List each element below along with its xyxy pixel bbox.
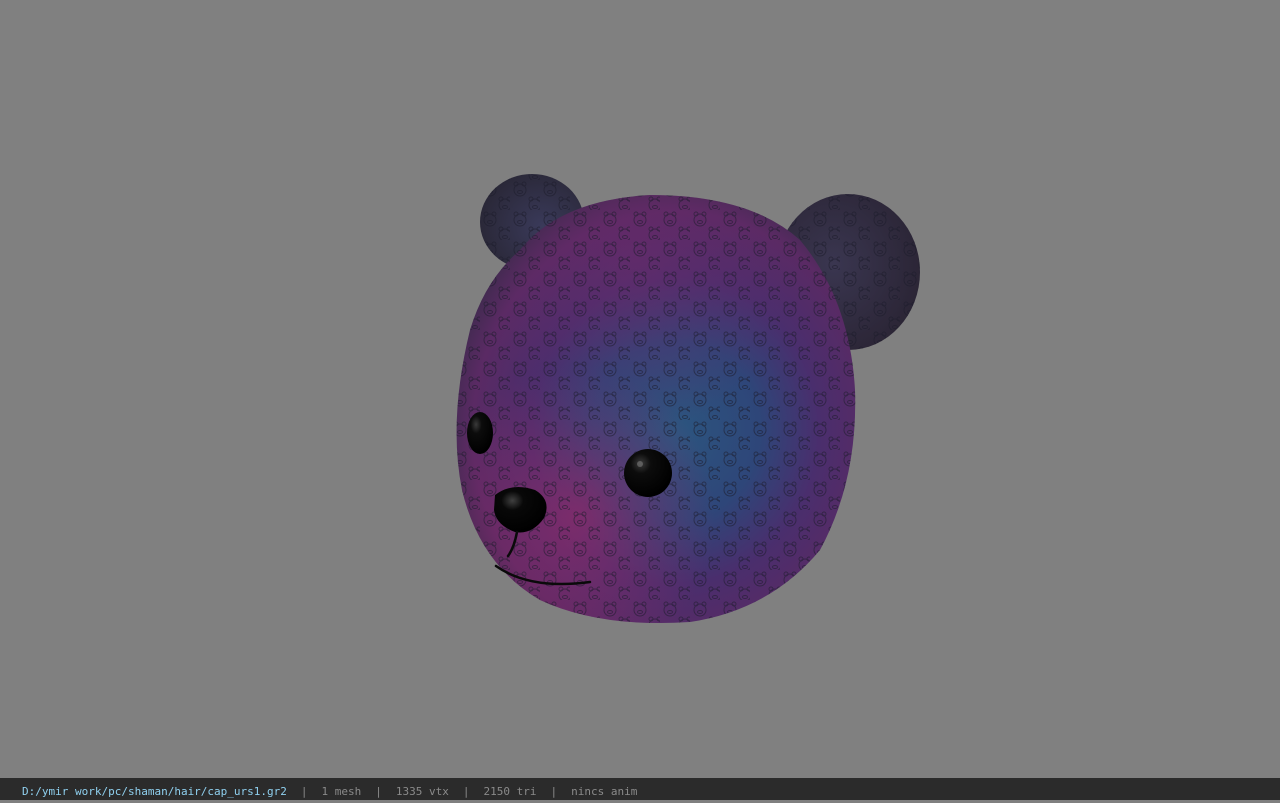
model-render (456, 174, 920, 624)
separator: | (300, 785, 308, 798)
separator: | (375, 785, 382, 798)
triangle-count-label: 2150 tri (483, 785, 537, 798)
separator: | (550, 785, 558, 798)
3d-viewport[interactable] (0, 0, 1280, 778)
right-eye-icon (624, 449, 672, 497)
vertex-count-label: 1335 vtx (395, 785, 449, 798)
mesh-count-label: 1 mesh (321, 785, 362, 798)
status-bar: D:/ymir work/pc/shaman/hair/cap_urs1.gr2… (0, 778, 1280, 800)
separator: | (462, 785, 470, 798)
left-eye-icon (467, 412, 493, 454)
bear-head (456, 195, 856, 624)
file-path-label: D:/ymir work/pc/shaman/hair/cap_urs1.gr2 (22, 785, 287, 798)
anim-status-label: nincs anim (571, 785, 638, 798)
